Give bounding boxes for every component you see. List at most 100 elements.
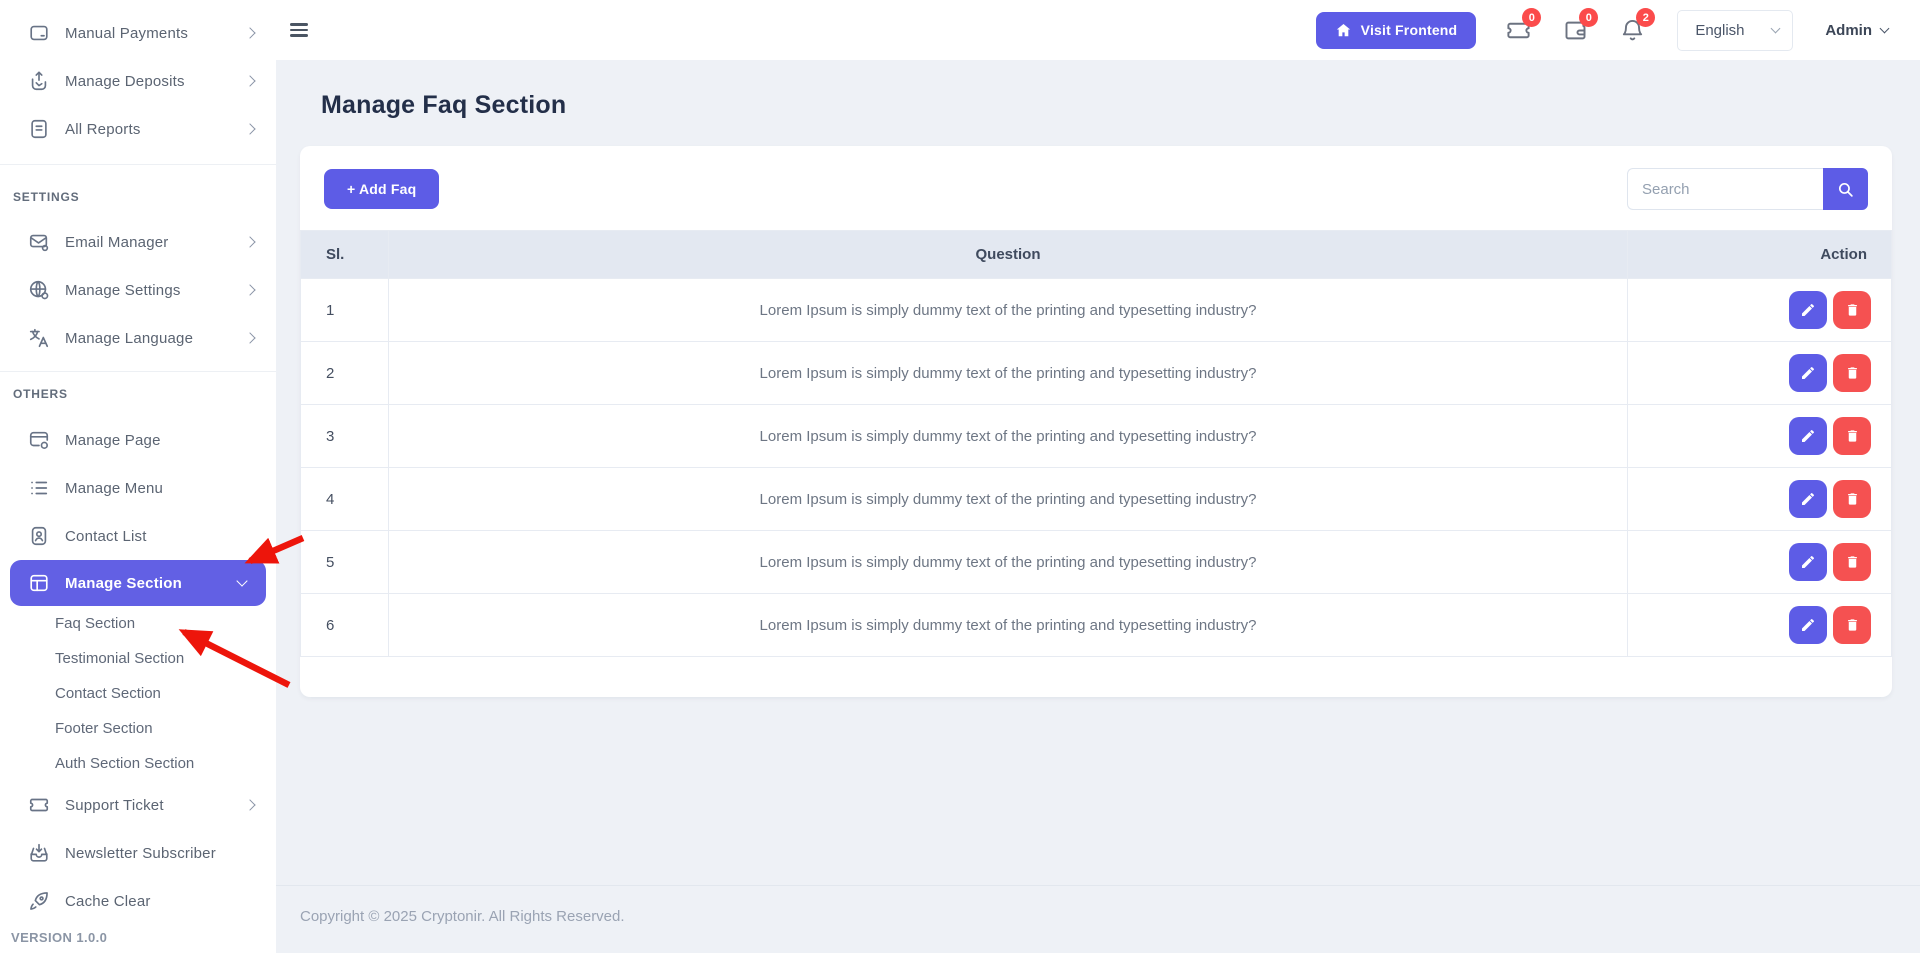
table-row: 3 Lorem Ipsum is simply dummy text of th… [301,405,1892,468]
main-content: Manage Faq Section + Add Faq Sl. Questio… [276,60,1920,953]
cell-question: Lorem Ipsum is simply dummy text of the … [389,468,1628,531]
sidebar-nav-others: Manage Page Manage Menu Contact List Man… [0,407,276,925]
pencil-icon [1800,302,1816,318]
sidebar-item-manage-page[interactable]: Manage Page [0,416,276,464]
pencil-icon [1800,491,1816,507]
delete-button[interactable] [1833,543,1871,581]
list-icon [28,477,50,499]
notifications-badge: 2 [1636,8,1655,27]
sidebar-nav-settings: Email Manager Manage Settings Manage Lan… [0,218,276,362]
sidebar-item-manage-deposits[interactable]: Manage Deposits [0,57,276,105]
table-row: 2 Lorem Ipsum is simply dummy text of th… [301,342,1892,405]
edit-button[interactable] [1789,480,1827,518]
sidebar-item-label: Manage Language [65,330,246,347]
chevron-right-icon [244,799,255,810]
table-row: 1 Lorem Ipsum is simply dummy text of th… [301,279,1892,342]
sidebar-item-label: Manage Page [65,432,254,449]
delete-button[interactable] [1833,417,1871,455]
ticket-icon [28,794,50,816]
cell-action [1628,342,1892,405]
rocket-icon [28,890,50,912]
trash-icon [1845,491,1860,507]
pencil-icon [1800,554,1816,570]
chevron-down-icon [1771,24,1781,34]
sidebar-item-manage-section[interactable]: Manage Section [10,560,266,606]
table-row: 5 Lorem Ipsum is simply dummy text of th… [301,531,1892,594]
admin-label: Admin [1825,22,1872,39]
edit-button[interactable] [1789,543,1827,581]
layout-icon [28,572,50,594]
report-file-icon [28,118,50,140]
admin-dropdown[interactable]: Admin [1825,22,1888,39]
sidebar-item-label: Manual Payments [65,25,246,42]
cell-action [1628,279,1892,342]
sidebar-item-contact-list[interactable]: Contact List [0,512,276,560]
visit-frontend-button[interactable]: Visit Frontend [1316,12,1477,49]
delete-button[interactable] [1833,354,1871,392]
delete-button[interactable] [1833,606,1871,644]
admin-app: Manual Payments Manage Deposits All Repo… [0,0,1920,953]
sidebar-item-label: Support Ticket [65,797,246,814]
edit-button[interactable] [1789,291,1827,329]
chevron-right-icon [244,75,255,86]
sidebar-item-all-reports[interactable]: All Reports [0,105,276,153]
hamburger-menu-icon[interactable] [290,17,316,43]
sidebar-item-label: Manage Deposits [65,73,246,90]
search-button[interactable] [1823,168,1868,210]
sidebar-item-label: Cache Clear [65,893,254,910]
sidebar-item-label: Newsletter Subscriber [65,845,254,862]
delete-button[interactable] [1833,480,1871,518]
cell-sl: 5 [301,531,389,594]
table-header-row: Sl. Question Action [301,231,1892,279]
sidebar-item-label: All Reports [65,121,246,138]
sidebar-item-label: Manage Section [65,575,238,592]
cell-sl: 2 [301,342,389,405]
pencil-icon [1800,428,1816,444]
sidebar-nav: Manual Payments Manage Deposits All Repo… [0,0,276,153]
sidebar-item-newsletter-subscriber[interactable]: Newsletter Subscriber [0,829,276,877]
cell-question: Lorem Ipsum is simply dummy text of the … [389,279,1628,342]
wallet-menu-button[interactable]: 0 [1560,15,1590,45]
sidebar-item-support-ticket[interactable]: Support Ticket [0,781,276,829]
edit-button[interactable] [1789,606,1827,644]
ticket-badge: 0 [1522,8,1541,27]
ticket-menu-button[interactable]: 0 [1503,15,1533,45]
notifications-button[interactable]: 2 [1617,15,1647,45]
chevron-right-icon [244,27,255,38]
sidebar-item-manage-settings[interactable]: Manage Settings [0,266,276,314]
edit-button[interactable] [1789,354,1827,392]
page-title: Manage Faq Section [321,91,1892,120]
search-input[interactable] [1627,168,1823,210]
sidebar-item-manual-payments[interactable]: Manual Payments [0,9,276,57]
sidebar-subitem-testimonial-section[interactable]: Testimonial Section [0,641,276,676]
column-header-action: Action [1628,231,1892,279]
trash-icon [1845,554,1860,570]
version-label: VERSION 1.0.0 [0,925,276,949]
language-dropdown[interactable]: English [1677,10,1793,51]
sidebar-item-manage-menu[interactable]: Manage Menu [0,464,276,512]
sidebar-subitem-auth-section-section[interactable]: Auth Section Section [0,746,276,781]
sidebar-section-others: OTHERS [0,381,276,407]
sidebar-item-manage-language[interactable]: Manage Language [0,314,276,362]
delete-button[interactable] [1833,291,1871,329]
sidebar-subitem-footer-section[interactable]: Footer Section [0,711,276,746]
faq-table: Sl. Question Action 1 Lorem Ipsum is sim… [300,230,1892,657]
sidebar-item-cache-clear[interactable]: Cache Clear [0,877,276,925]
search-group [1627,168,1868,210]
sidebar-subitem-contact-section[interactable]: Contact Section [0,676,276,711]
topbar: Visit Frontend 0 0 2 English Admin [276,0,1920,60]
sidebar: Manual Payments Manage Deposits All Repo… [0,0,276,953]
card-toolbar: + Add Faq [300,146,1892,230]
chevron-right-icon [244,284,255,295]
faq-card: + Add Faq Sl. Question Action [300,146,1892,697]
add-faq-button[interactable]: + Add Faq [324,169,439,209]
sidebar-subitem-faq-section[interactable]: Faq Section [0,606,276,641]
trash-icon [1845,302,1860,318]
deposit-hand-icon [28,70,50,92]
chevron-right-icon [244,236,255,247]
language-selected-label: English [1695,22,1744,39]
column-header-question: Question [389,231,1628,279]
edit-button[interactable] [1789,417,1827,455]
sidebar-item-email-manager[interactable]: Email Manager [0,218,276,266]
email-gear-icon [28,231,50,253]
